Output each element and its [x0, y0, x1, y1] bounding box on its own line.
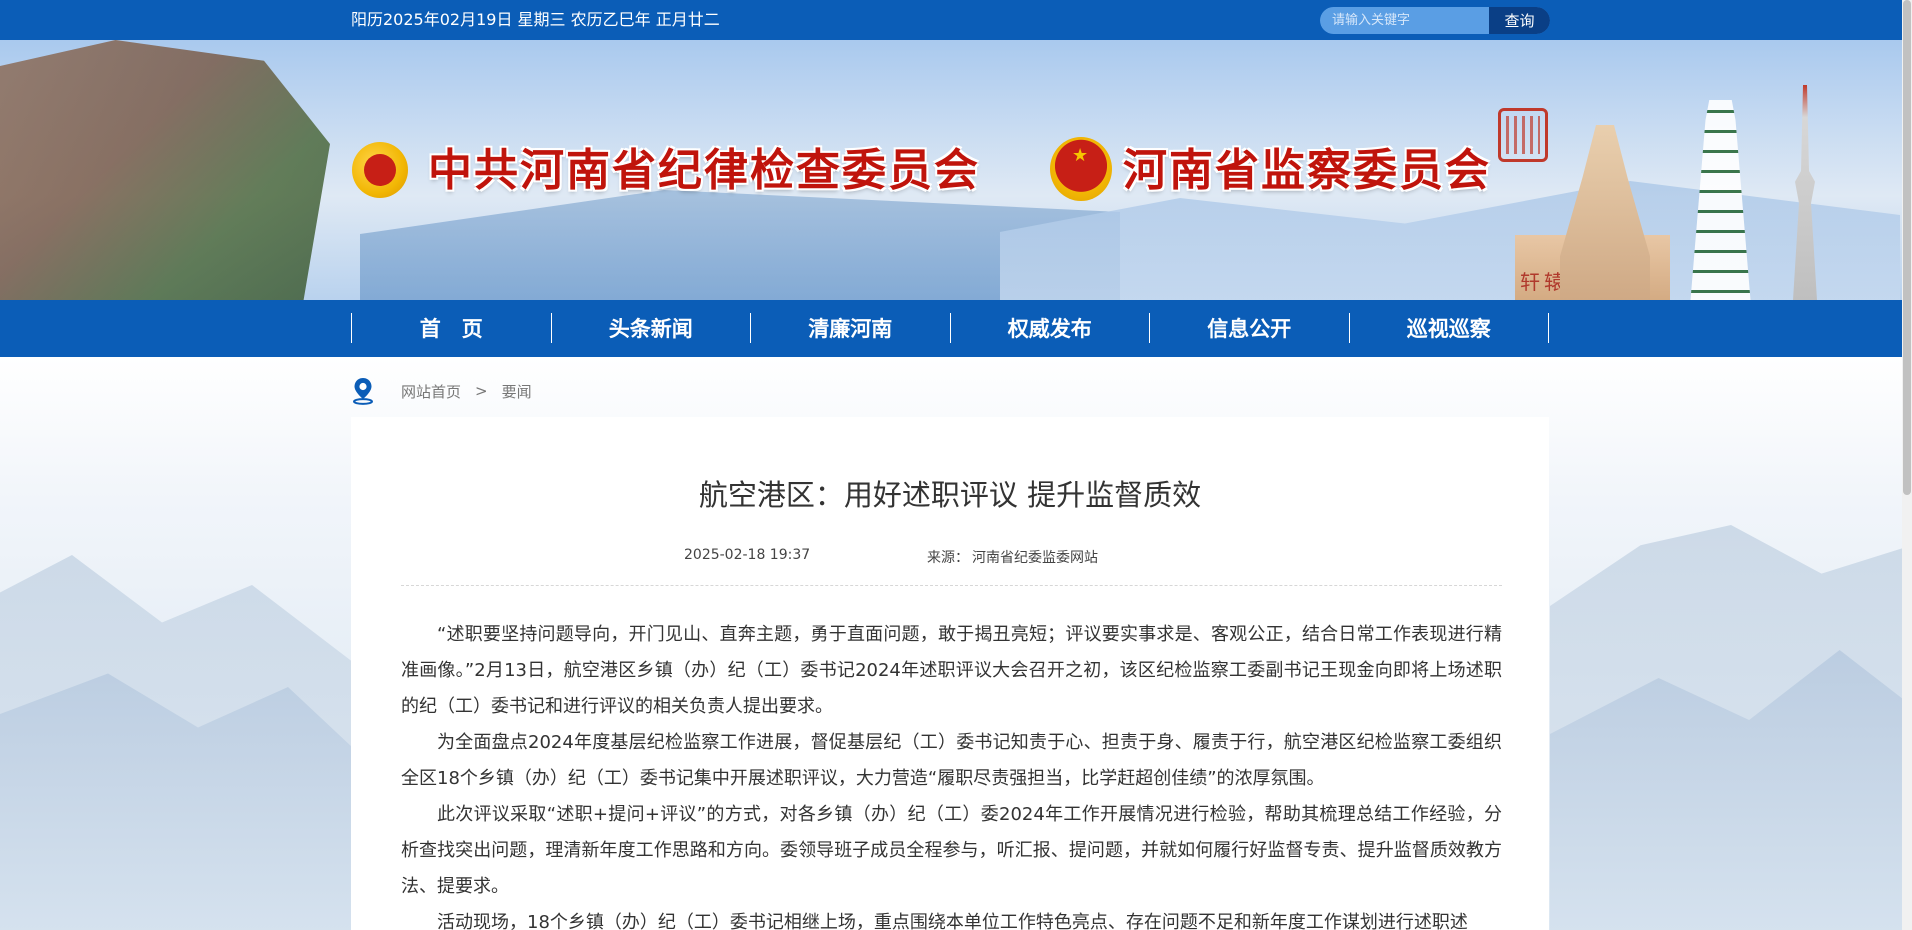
national-emblem-icon: ★ — [1050, 137, 1112, 201]
article-source-label: 来源： — [927, 550, 969, 566]
meta-divider — [401, 585, 1502, 586]
article-body: “述职要坚持问题导向，开门见山、直奔主题，勇于直面问题，敢于揭丑亮短；评议要实事… — [401, 617, 1502, 930]
article-paragraph: 活动现场，18个乡镇（办）纪（工）委书记相继上场，重点围绕本单位工作特色亮点、存… — [437, 912, 1468, 930]
article-paragraph: 此次评议采取“述职+提问+评议”的方式，对各乡镇（办）纪（工）委2024年工作开… — [401, 804, 1502, 897]
page-scrollbar[interactable] — [1902, 0, 1912, 930]
breadcrumb: 网站首页 > 要闻 — [351, 376, 532, 406]
supervision-commission-title: 河南省监察委员会 — [1123, 145, 1491, 196]
banner-seal-icon — [1498, 108, 1548, 162]
breadcrumb-home-link[interactable]: 网站首页 — [401, 381, 461, 402]
article-container: 航空港区：用好述职评议 提升监督质效 2025-02-18 19:37 来源： … — [351, 417, 1549, 930]
search-button[interactable]: 查询 — [1489, 7, 1550, 34]
nav-list: 首 页 头条新闻 清廉河南 权威发布 信息公开 巡视巡察 — [351, 313, 1549, 343]
nav-item-home[interactable]: 首 页 — [352, 313, 552, 343]
search-input[interactable] — [1320, 7, 1489, 34]
article-paragraph: “述职要坚持问题导向，开门见山、直奔主题，勇于直面问题，敢于揭丑亮短；评议要实事… — [401, 624, 1502, 717]
nav-item-info-disclosure[interactable]: 信息公开 — [1150, 313, 1350, 343]
article-source: 河南省纪委监委网站 — [972, 550, 1098, 566]
location-pin-icon — [351, 377, 375, 405]
article-title: 航空港区：用好述职评议 提升监督质效 — [698, 478, 1202, 512]
banner-statue-image — [1560, 125, 1650, 300]
scrollbar-thumb[interactable] — [1903, 0, 1911, 495]
search-box: 查询 — [1320, 7, 1550, 34]
article-paragraph: 为全面盘点2024年度基层纪检监察工作进展，督促基层纪（工）委书记知责于心、担责… — [401, 732, 1502, 789]
article-date: 2025-02-18 19:37 — [684, 547, 811, 563]
nav-item-headlines[interactable]: 头条新闻 — [552, 313, 751, 343]
calendar-date: 阳历2025年02月19日 星期三 农历乙巳年 正月廿二 — [351, 10, 720, 29]
top-bar: 阳历2025年02月19日 星期三 农历乙巳年 正月廿二 查询 — [0, 0, 1902, 40]
breadcrumb-current[interactable]: 要闻 — [502, 381, 532, 402]
party-emblem-icon — [352, 142, 408, 198]
main-nav: 首 页 头条新闻 清廉河南 权威发布 信息公开 巡视巡察 — [0, 300, 1902, 357]
nav-item-authority-release[interactable]: 权威发布 — [951, 313, 1150, 343]
nav-item-clean-henan[interactable]: 清廉河南 — [751, 313, 951, 343]
breadcrumb-separator: > — [475, 382, 488, 400]
banner-rock-image — [0, 40, 330, 300]
party-commission-title: 中共河南省纪律检查委员会 — [428, 145, 980, 196]
nav-item-inspection[interactable]: 巡视巡察 — [1350, 313, 1549, 343]
